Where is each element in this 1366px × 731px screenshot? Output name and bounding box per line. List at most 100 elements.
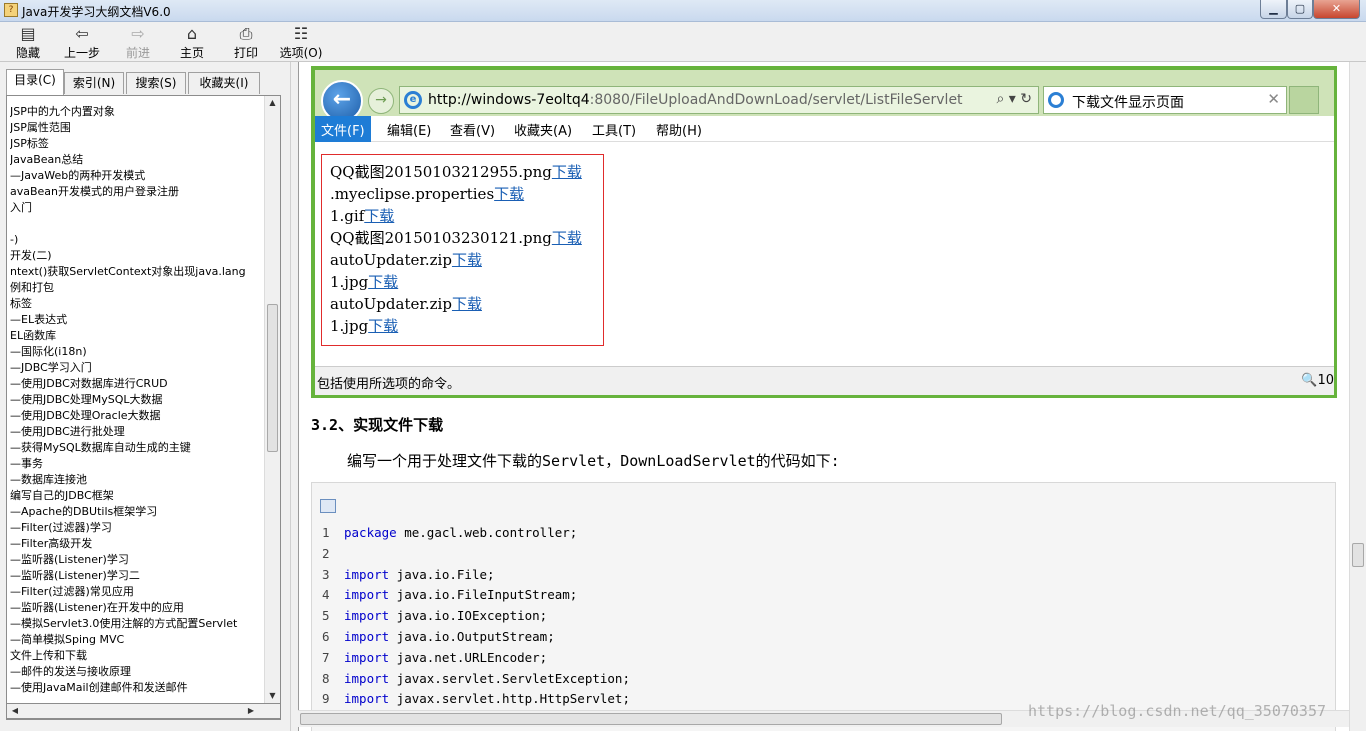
tree-item[interactable]: —获得MySQL数据库自动生成的主键 bbox=[10, 440, 268, 456]
menu-favorites: 收藏夹(A) bbox=[514, 124, 573, 139]
code-keyword: import bbox=[344, 691, 390, 707]
tree-item[interactable]: ntext()获取ServletContext对象出现java.lang bbox=[10, 264, 268, 280]
tree-item[interactable]: 文件上传和下载 bbox=[10, 648, 268, 664]
tree-item[interactable]: —使用JDBC处理MySQL大数据 bbox=[10, 392, 268, 408]
tree-horizontal-scrollbar[interactable]: ◀ ▶ bbox=[6, 703, 281, 719]
tree-item[interactable]: avaBean开发模式的用户登录注册 bbox=[10, 184, 268, 200]
tree-item[interactable] bbox=[10, 216, 268, 232]
tree-item[interactable]: —使用JDBC对数据库进行CRUD bbox=[10, 376, 268, 392]
copy-code-icon[interactable] bbox=[320, 499, 336, 513]
back-arrow-icon: ⇦ bbox=[75, 24, 89, 43]
back-button[interactable]: ⇦ 上一步 bbox=[60, 24, 104, 60]
tree-item[interactable]: EL函数库 bbox=[10, 328, 268, 344]
menu-edit: 编辑(E) bbox=[387, 124, 432, 139]
line-number: 3 bbox=[322, 566, 330, 582]
tree-item[interactable]: —EL表达式 bbox=[10, 312, 268, 328]
tab-contents[interactable]: 目录(C) bbox=[6, 69, 64, 95]
file-name: 1.jpg bbox=[330, 317, 369, 335]
content-scroll-thumb[interactable] bbox=[1352, 543, 1364, 568]
home-icon: ⌂ bbox=[186, 24, 198, 43]
close-button[interactable]: ✕ bbox=[1313, 0, 1360, 19]
code-text: java.io.File; bbox=[389, 566, 495, 582]
code-line: 9 import javax.servlet.http.HttpServlet; bbox=[322, 689, 630, 710]
tree-item[interactable]: 入门 bbox=[10, 200, 268, 216]
browser-tab-title: 下载文件显示页面 bbox=[1072, 95, 1184, 111]
maximize-button[interactable]: ▢ bbox=[1287, 0, 1313, 19]
tree-item[interactable]: —JDBC学习入门 bbox=[10, 360, 268, 376]
back-label: 上一步 bbox=[63, 46, 100, 60]
content-hscroll-thumb[interactable] bbox=[300, 713, 1002, 725]
forward-button[interactable]: ⇨ 前进 bbox=[118, 24, 158, 60]
tree-item[interactable]: —监听器(Listener)在开发中的应用 bbox=[10, 600, 268, 616]
tree-item[interactable]: —Filter(过滤器)常见应用 bbox=[10, 584, 268, 600]
scroll-down-icon[interactable]: ▼ bbox=[265, 689, 280, 703]
tree-item[interactable]: —模拟Servlet3.0使用注解的方式配置Servlet bbox=[10, 616, 268, 632]
navigation-tabs: 目录(C) 索引(N) 搜索(S) 收藏夹(I) bbox=[0, 68, 290, 95]
address-url: http://windows-7eoltq4:8080/FileUploadAn… bbox=[428, 92, 963, 108]
tree-item[interactable]: —Apache的DBUtils框架学习 bbox=[10, 504, 268, 520]
tree-item[interactable]: JSP标签 bbox=[10, 136, 268, 152]
line-number: 9 bbox=[322, 691, 330, 707]
tab-favorites[interactable]: 收藏夹(I) bbox=[188, 72, 260, 94]
print-button[interactable]: ⎙ 打印 bbox=[228, 24, 264, 60]
tab-search[interactable]: 搜索(S) bbox=[126, 72, 186, 94]
file-row: autoUpdater.zip下载 bbox=[330, 293, 482, 314]
code-keyword: import bbox=[344, 608, 390, 624]
tree-item[interactable]: 标签 bbox=[10, 296, 268, 312]
tree-item[interactable]: JSP中的九个内置对象 bbox=[10, 104, 268, 120]
tree-item[interactable]: —使用JDBC进行批处理 bbox=[10, 424, 268, 440]
download-link: 下载 bbox=[551, 163, 582, 181]
tree-item[interactable]: —简单模拟Sping MVC bbox=[10, 632, 268, 648]
scroll-up-icon[interactable]: ▲ bbox=[265, 96, 280, 110]
code-keyword: import bbox=[344, 670, 390, 686]
tree-item[interactable]: —监听器(Listener)学习 bbox=[10, 552, 268, 568]
scroll-right-icon[interactable]: ▶ bbox=[245, 704, 257, 718]
tree-item[interactable]: —国际化(i18n) bbox=[10, 344, 268, 360]
tree-item[interactable]: -) bbox=[10, 232, 268, 248]
tree-item[interactable]: JSP属性范围 bbox=[10, 120, 268, 136]
tree-item[interactable]: —使用JDBC处理Oracle大数据 bbox=[10, 408, 268, 424]
pane-splitter[interactable] bbox=[290, 62, 298, 731]
options-button[interactable]: ☷ 选项(O) bbox=[276, 24, 326, 60]
home-button[interactable]: ⌂ 主页 bbox=[174, 24, 210, 60]
tree-scroll-thumb[interactable] bbox=[267, 303, 278, 452]
line-number: 5 bbox=[322, 608, 330, 624]
code-keyword: import bbox=[344, 587, 390, 603]
scroll-left-icon[interactable]: ◀ bbox=[9, 704, 21, 718]
code-text: java.io.IOException; bbox=[389, 608, 548, 624]
hide-button[interactable]: ▤ 隐藏 bbox=[8, 24, 48, 60]
menu-tools: 工具(T) bbox=[592, 124, 637, 139]
tree-item[interactable]: —数据库连接池 bbox=[10, 472, 268, 488]
code-line: 6 import java.io.OutputStream; bbox=[322, 627, 630, 648]
tree-item[interactable]: 编写自己的JDBC框架 bbox=[10, 488, 268, 504]
tree-vertical-scrollbar[interactable]: ▲ ▼ bbox=[264, 96, 280, 703]
code-line: 8 import javax.servlet.ServletException; bbox=[322, 669, 630, 690]
tab-close-icon: ✕ bbox=[1267, 90, 1280, 108]
tree-item[interactable]: 开发(二) bbox=[10, 248, 268, 264]
tab-index[interactable]: 索引(N) bbox=[64, 72, 124, 94]
tree-item[interactable]: —Filter(过滤器)学习 bbox=[10, 520, 268, 536]
code-line: 5 import java.io.IOException; bbox=[322, 606, 630, 627]
content-vertical-scrollbar[interactable] bbox=[1349, 62, 1366, 731]
tree-item[interactable]: —JavaWeb的两种开发模式 bbox=[10, 168, 268, 184]
file-list-box: QQ截图20150103212955.png下载 .myeclipse.prope… bbox=[321, 154, 604, 346]
tree-item[interactable]: —监听器(Listener)学习二 bbox=[10, 568, 268, 584]
line-number: 2 bbox=[322, 545, 330, 561]
tree-item[interactable]: 例和打包 bbox=[10, 280, 268, 296]
options-icon: ☷ bbox=[293, 24, 309, 43]
hide-label: 隐藏 bbox=[15, 46, 40, 60]
tree-item[interactable]: —使用JavaMail创建邮件和发送邮件 bbox=[10, 680, 268, 696]
tree-item[interactable]: —邮件的发送与接收原理 bbox=[10, 664, 268, 680]
code-text: javax.servlet.ServletException; bbox=[389, 670, 630, 686]
print-label: 打印 bbox=[233, 46, 258, 60]
tree-item[interactable]: —Filter高级开发 bbox=[10, 536, 268, 552]
minimize-button[interactable]: ▁ bbox=[1260, 0, 1287, 19]
tree-item[interactable]: —事务 bbox=[10, 456, 268, 472]
line-number: 8 bbox=[322, 670, 330, 686]
code-keyword: import bbox=[344, 566, 390, 582]
app-icon: ? bbox=[4, 3, 18, 17]
options-label: 选项(O) bbox=[279, 46, 323, 60]
download-link: 下载 bbox=[368, 273, 399, 291]
code-text: javax.servlet.http.HttpServlet; bbox=[389, 691, 630, 707]
tree-item[interactable]: JavaBean总结 bbox=[10, 152, 268, 168]
